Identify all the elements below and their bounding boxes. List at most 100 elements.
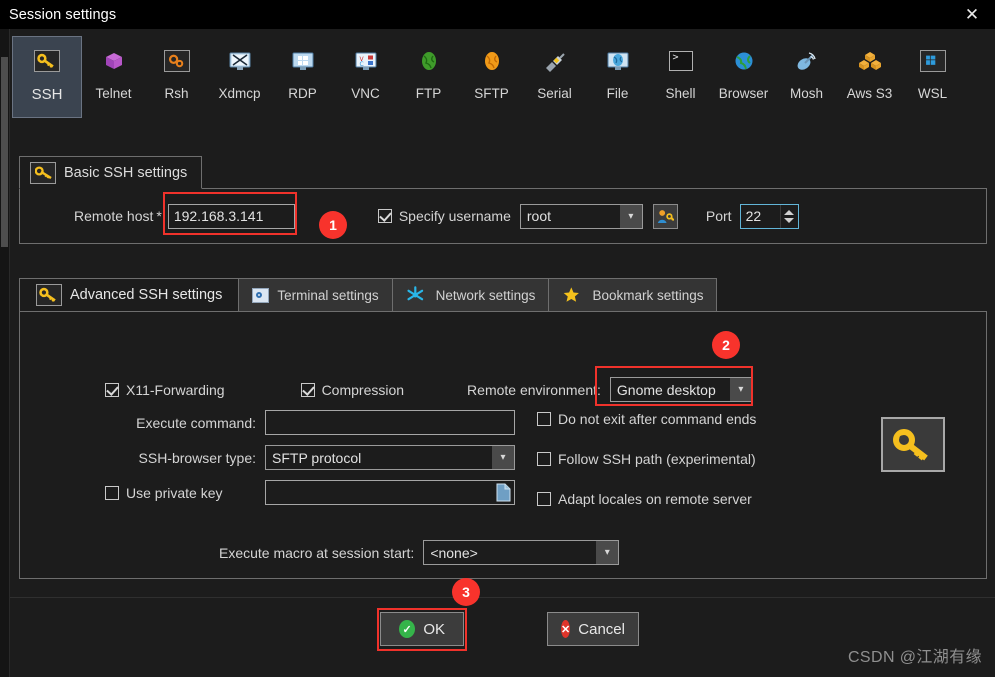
session-settings-dialog: Session settings ✕ SSH Telnet Rsh Xdmcp RDP V… xyxy=(0,0,995,677)
key-icon xyxy=(34,50,60,72)
protocol-label: Serial xyxy=(537,86,572,101)
tab-network[interactable]: Network settings xyxy=(391,278,549,312)
compression-label: Compression xyxy=(321,381,405,398)
green-check-icon: ✓ xyxy=(399,620,416,638)
remote-host-label: Remote host xyxy=(74,208,154,224)
execute-macro-value: <none> xyxy=(430,544,478,561)
remote-environment-combobox[interactable]: Gnome desktop ▾ xyxy=(609,377,753,402)
satellite-dish-icon xyxy=(790,44,824,78)
protocol-mosh[interactable]: Mosh xyxy=(775,36,838,126)
ok-button[interactable]: ✓ OK xyxy=(380,612,464,646)
port-spinner[interactable]: 22 xyxy=(739,203,799,229)
footer-separator xyxy=(10,597,995,598)
remote-host-input[interactable]: 192.168.3.141 xyxy=(167,203,295,229)
tab-label: Bookmark settings xyxy=(592,287,704,303)
use-private-key-checkbox[interactable]: Use private key xyxy=(105,485,222,501)
protocol-label: File xyxy=(606,86,629,101)
protocol-label: RDP xyxy=(288,86,317,101)
key-icon xyxy=(36,284,62,306)
protocol-wsl[interactable]: WSL xyxy=(901,36,964,126)
scrollbar-thumb[interactable] xyxy=(1,57,8,247)
protocol-ssh[interactable]: SSH xyxy=(12,36,82,118)
window-title: Session settings xyxy=(9,6,117,23)
do-not-exit-checkbox[interactable]: Do not exit after command ends xyxy=(537,411,756,427)
do-not-exit-checkbox-box xyxy=(537,412,551,426)
adapt-locales-checkbox-box xyxy=(537,492,551,506)
specify-username-label: Specify username xyxy=(398,208,511,224)
file-monitor-icon xyxy=(601,44,635,78)
protocol-rdp[interactable]: RDP xyxy=(271,36,334,126)
protocol-label: Rsh xyxy=(164,86,189,101)
protocol-serial[interactable]: Serial xyxy=(523,36,586,126)
follow-ssh-path-checkbox[interactable]: Follow SSH path (experimental) xyxy=(537,451,756,467)
protocol-vnc[interactable]: V C VNC xyxy=(334,36,397,126)
adapt-locales-label: Adapt locales on remote server xyxy=(558,491,752,507)
port-spinner-buttons[interactable] xyxy=(779,204,798,228)
red-x-icon: ✕ xyxy=(561,620,571,638)
execute-command-input[interactable] xyxy=(265,410,515,435)
remote-environment-value: Gnome desktop xyxy=(616,381,716,398)
protocol-file[interactable]: File xyxy=(586,36,649,126)
do-not-exit-label: Do not exit after command ends xyxy=(558,411,757,427)
tab-terminal[interactable]: Terminal settings xyxy=(238,278,392,312)
compression-checkbox-box xyxy=(300,382,315,397)
serial-plug-icon xyxy=(538,44,572,78)
x-monitor-icon xyxy=(223,44,257,78)
tab-label: Network settings xyxy=(435,287,536,303)
tab-advanced[interactable]: Advanced SSH settings xyxy=(19,278,239,312)
purple-cube-icon xyxy=(97,44,131,78)
protocol-label: Shell xyxy=(665,86,696,101)
protocol-awss3[interactable]: Aws S3 xyxy=(838,36,901,126)
cancel-button[interactable]: ✕ Cancel xyxy=(547,612,639,646)
user-key-icon-button[interactable] xyxy=(652,203,678,229)
protocol-label: Telnet xyxy=(95,86,132,101)
title-bar: Session settings ✕ xyxy=(0,0,995,29)
terminal-icon xyxy=(252,287,270,303)
terminal-icon xyxy=(252,287,270,303)
protocol-xdmcp[interactable]: Xdmcp xyxy=(208,36,271,126)
port-value: 22 xyxy=(745,208,762,224)
protocol-shell[interactable]: > Shell xyxy=(649,36,712,126)
panel-left-border xyxy=(9,29,10,677)
protocol-telnet[interactable]: Telnet xyxy=(82,36,145,126)
protocol-browser[interactable]: Browser xyxy=(712,36,775,126)
follow-ssh-path-checkbox-box xyxy=(537,452,551,466)
specify-username-checkbox[interactable]: Specify username xyxy=(377,208,511,224)
chevron-down-icon: ▾ xyxy=(619,204,642,228)
follow-ssh-path-label: Follow SSH path (experimental) xyxy=(558,451,756,467)
advanced-ssh-settings-panel: X11-Forwarding Compression Remote enviro… xyxy=(19,311,987,579)
ssh-browser-type-value: SFTP protocol xyxy=(272,449,362,466)
specify-username-checkbox-box xyxy=(377,209,392,223)
vertical-scrollbar[interactable] xyxy=(0,29,9,677)
private-key-path-input[interactable] xyxy=(265,480,515,505)
orange-gears-icon xyxy=(163,50,190,72)
terminal-prompt-icon: > xyxy=(664,44,698,78)
protocol-label: WSL xyxy=(917,86,948,101)
tab-bookmark[interactable]: Bookmark settings xyxy=(548,278,718,312)
protocol-label: SFTP xyxy=(474,86,509,101)
compression-checkbox[interactable]: Compression xyxy=(300,381,405,398)
close-icon[interactable]: ✕ xyxy=(949,0,995,29)
protocol-ftp[interactable]: FTP xyxy=(397,36,460,126)
key-icon xyxy=(30,44,64,78)
protocol-label: VNC xyxy=(351,86,380,101)
adapt-locales-checkbox[interactable]: Adapt locales on remote server xyxy=(537,491,752,507)
protocol-sftp[interactable]: SFTP xyxy=(460,36,523,126)
x11-forwarding-checkbox[interactable]: X11-Forwarding xyxy=(105,382,225,398)
windows-monitor-icon xyxy=(286,44,320,78)
ok-button-label: OK xyxy=(423,620,445,638)
protocol-rsh[interactable]: Rsh xyxy=(145,36,208,126)
x11-forwarding-checkbox-box xyxy=(105,382,119,397)
basic-ssh-settings-legend-label: Basic SSH settings xyxy=(64,164,188,181)
username-combobox[interactable]: root ▾ xyxy=(519,203,643,229)
tab-label: Advanced SSH settings xyxy=(70,287,223,303)
execute-macro-combobox[interactable]: <none> ▾ xyxy=(423,540,620,565)
orange-gears-icon xyxy=(160,44,194,78)
settings-tabstrip: Advanced SSH settings Terminal settings Ne… xyxy=(19,278,718,312)
aws-cubes-icon xyxy=(853,44,887,78)
annotation-marker-2: 2 xyxy=(712,331,740,359)
protocol-label: Mosh xyxy=(789,86,823,101)
ssh-browser-type-combobox[interactable]: SFTP protocol ▾ xyxy=(265,445,515,470)
basic-ssh-settings-legend: Basic SSH settings xyxy=(19,156,203,189)
key-illustration xyxy=(881,417,945,472)
